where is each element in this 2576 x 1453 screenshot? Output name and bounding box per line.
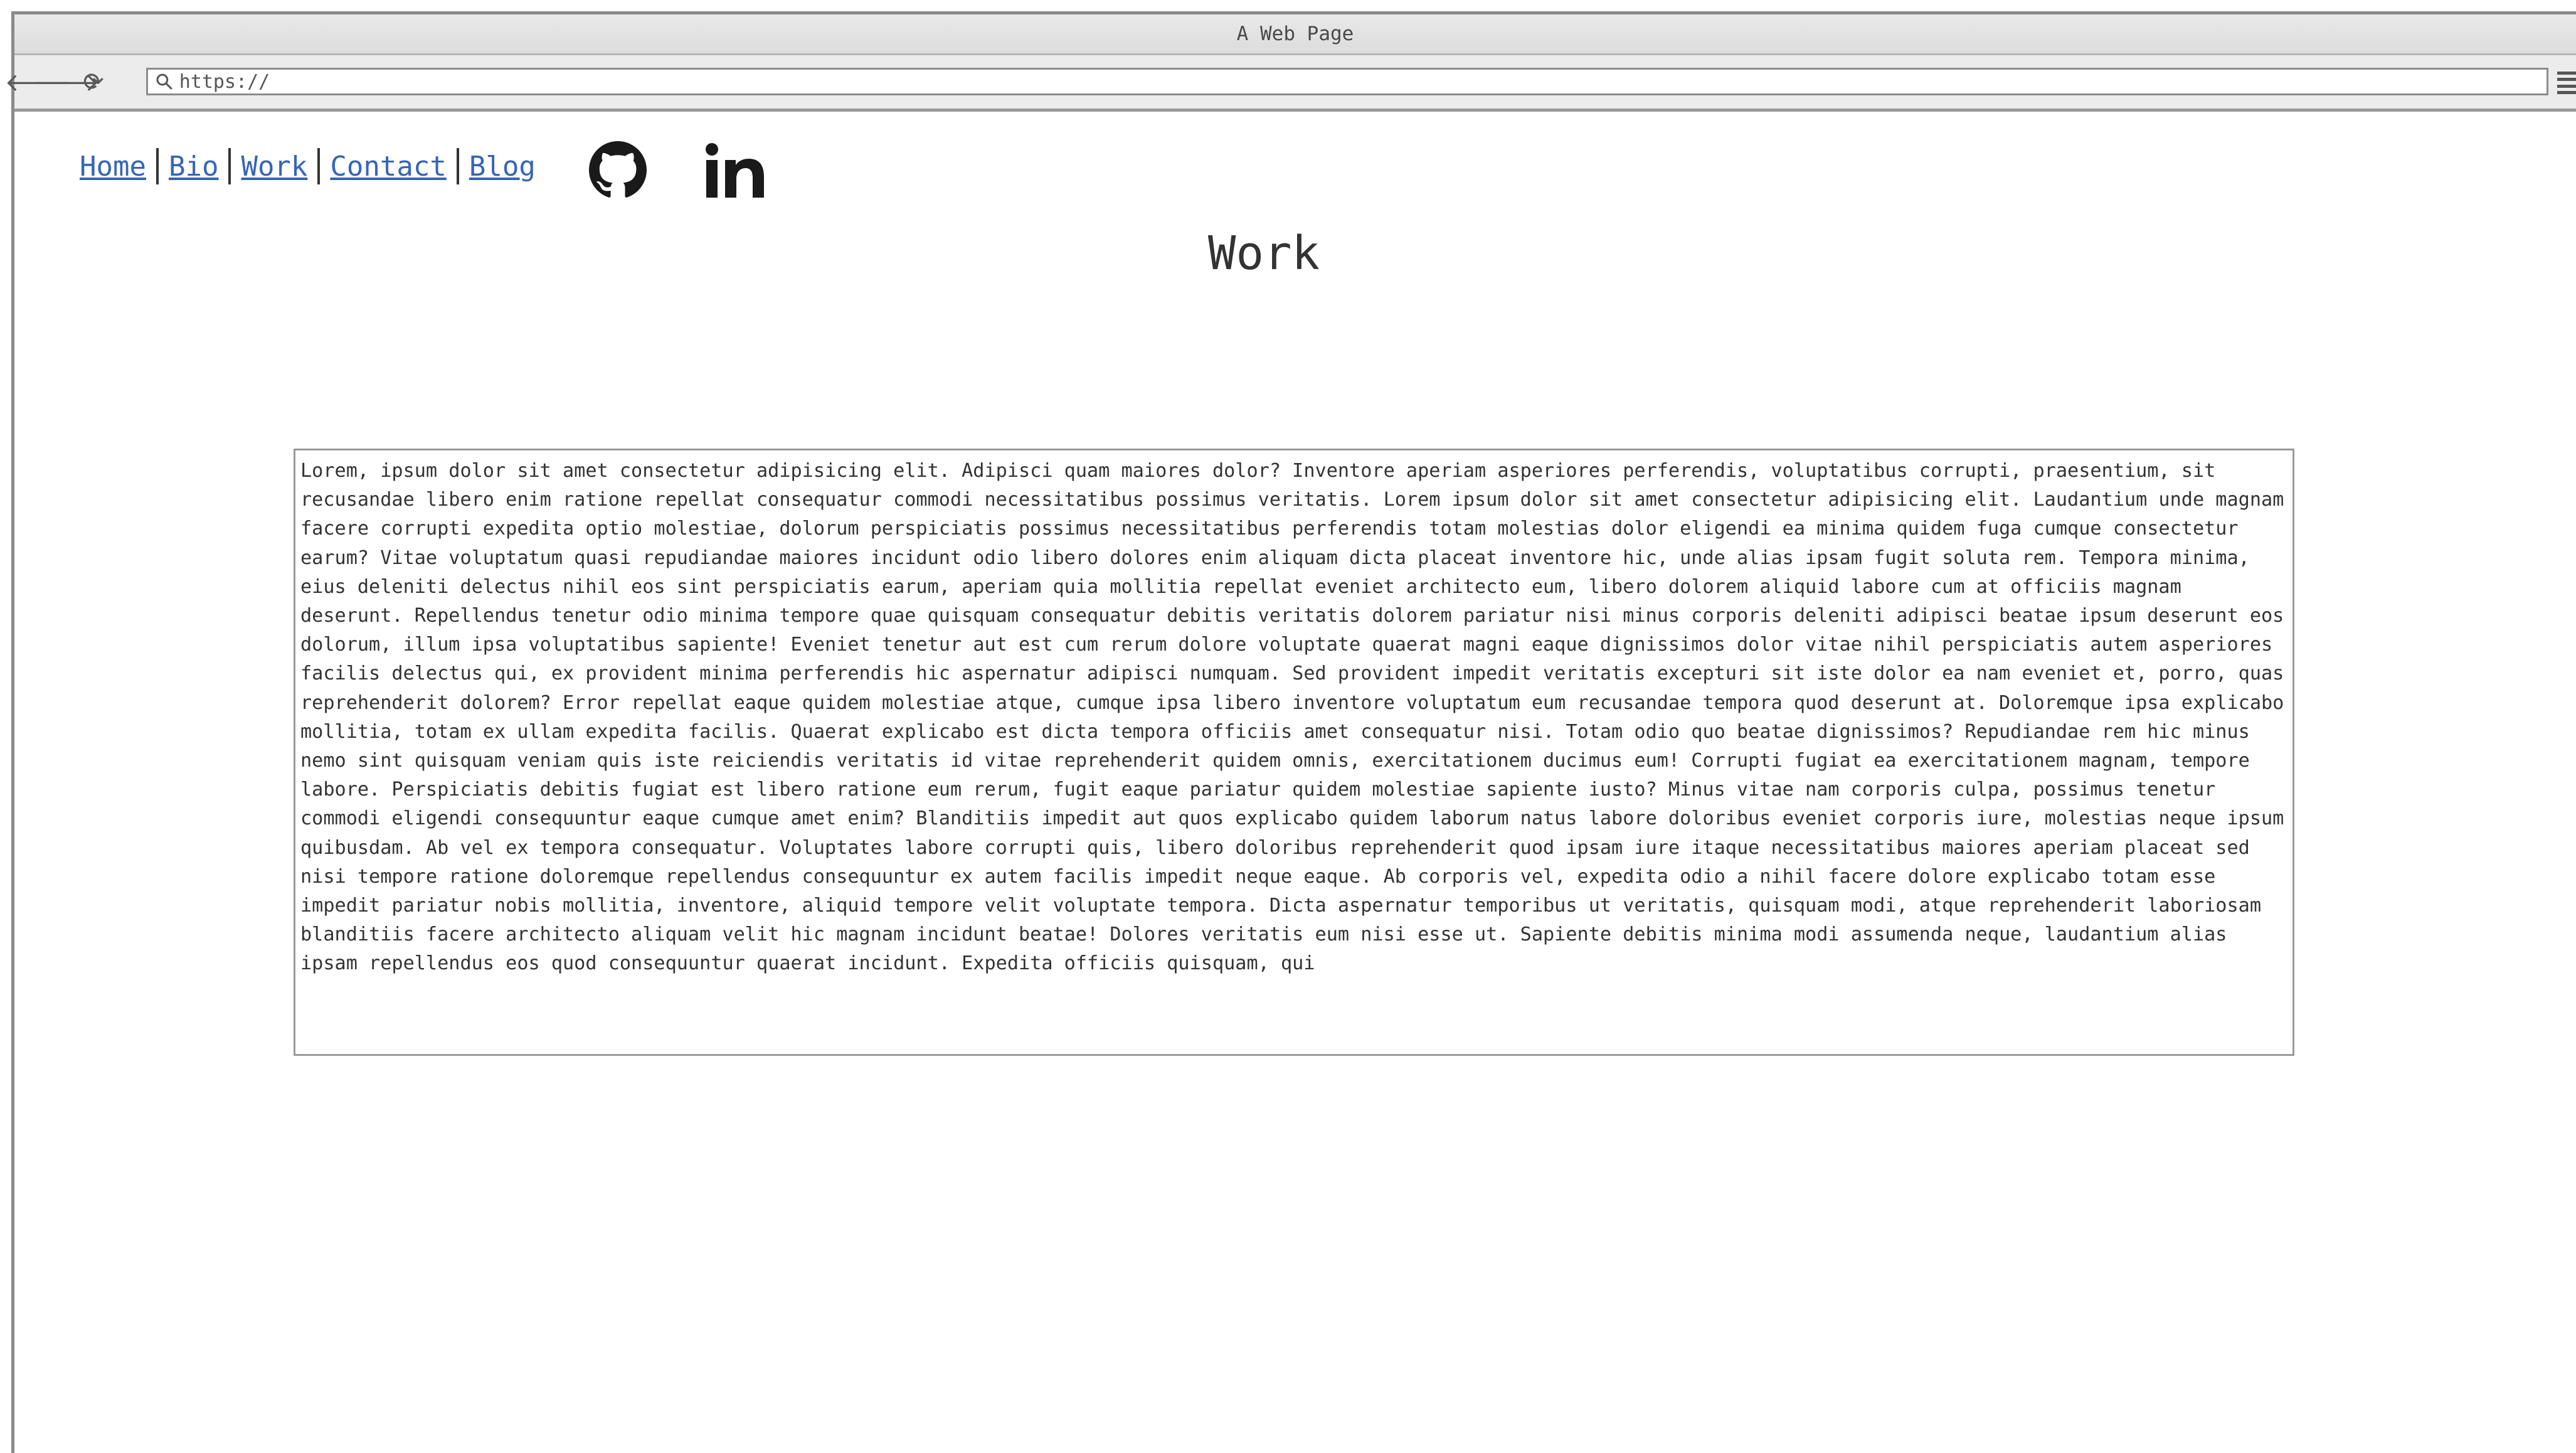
nav-separator — [456, 148, 459, 184]
address-bar[interactable] — [146, 68, 2548, 95]
browser-window: A Web Page 🡐 🡒 ⟳ Home Bio Work — [4, 11, 2576, 1453]
page-content: Home Bio Work Contact Blog Work Lorem, i… — [14, 110, 2576, 1453]
url-input[interactable] — [178, 70, 2547, 93]
github-link[interactable] — [586, 139, 649, 201]
window-title: A Web Page — [1236, 23, 1354, 45]
window-titlebar: A Web Page — [14, 14, 2576, 55]
reload-button[interactable]: ⟳ — [80, 67, 107, 97]
nav-link-blog[interactable]: Blog — [469, 151, 536, 183]
nav-separator — [156, 148, 159, 184]
search-icon — [156, 73, 172, 90]
nav-link-home[interactable]: Home — [80, 151, 146, 183]
linkedin-link[interactable] — [701, 139, 770, 201]
hamburger-menu-icon[interactable] — [2557, 72, 2576, 94]
page-title: Work — [1207, 226, 1320, 280]
site-nav: Home Bio Work Contact Blog — [80, 146, 536, 186]
work-text-box[interactable]: Lorem, ipsum dolor sit amet consectetur … — [294, 449, 2294, 1056]
forward-button[interactable]: 🡒 — [32, 68, 99, 97]
reload-icon: ⟳ — [83, 67, 104, 97]
nav-separator — [228, 148, 231, 184]
github-icon — [589, 141, 647, 198]
nav-separator — [317, 148, 321, 184]
linkedin-icon — [706, 143, 764, 198]
nav-link-contact[interactable]: Contact — [330, 151, 446, 183]
nav-link-bio[interactable]: Bio — [169, 151, 218, 183]
nav-link-work[interactable]: Work — [241, 151, 307, 183]
browser-toolbar: 🡐 🡒 ⟳ — [4, 55, 2576, 112]
